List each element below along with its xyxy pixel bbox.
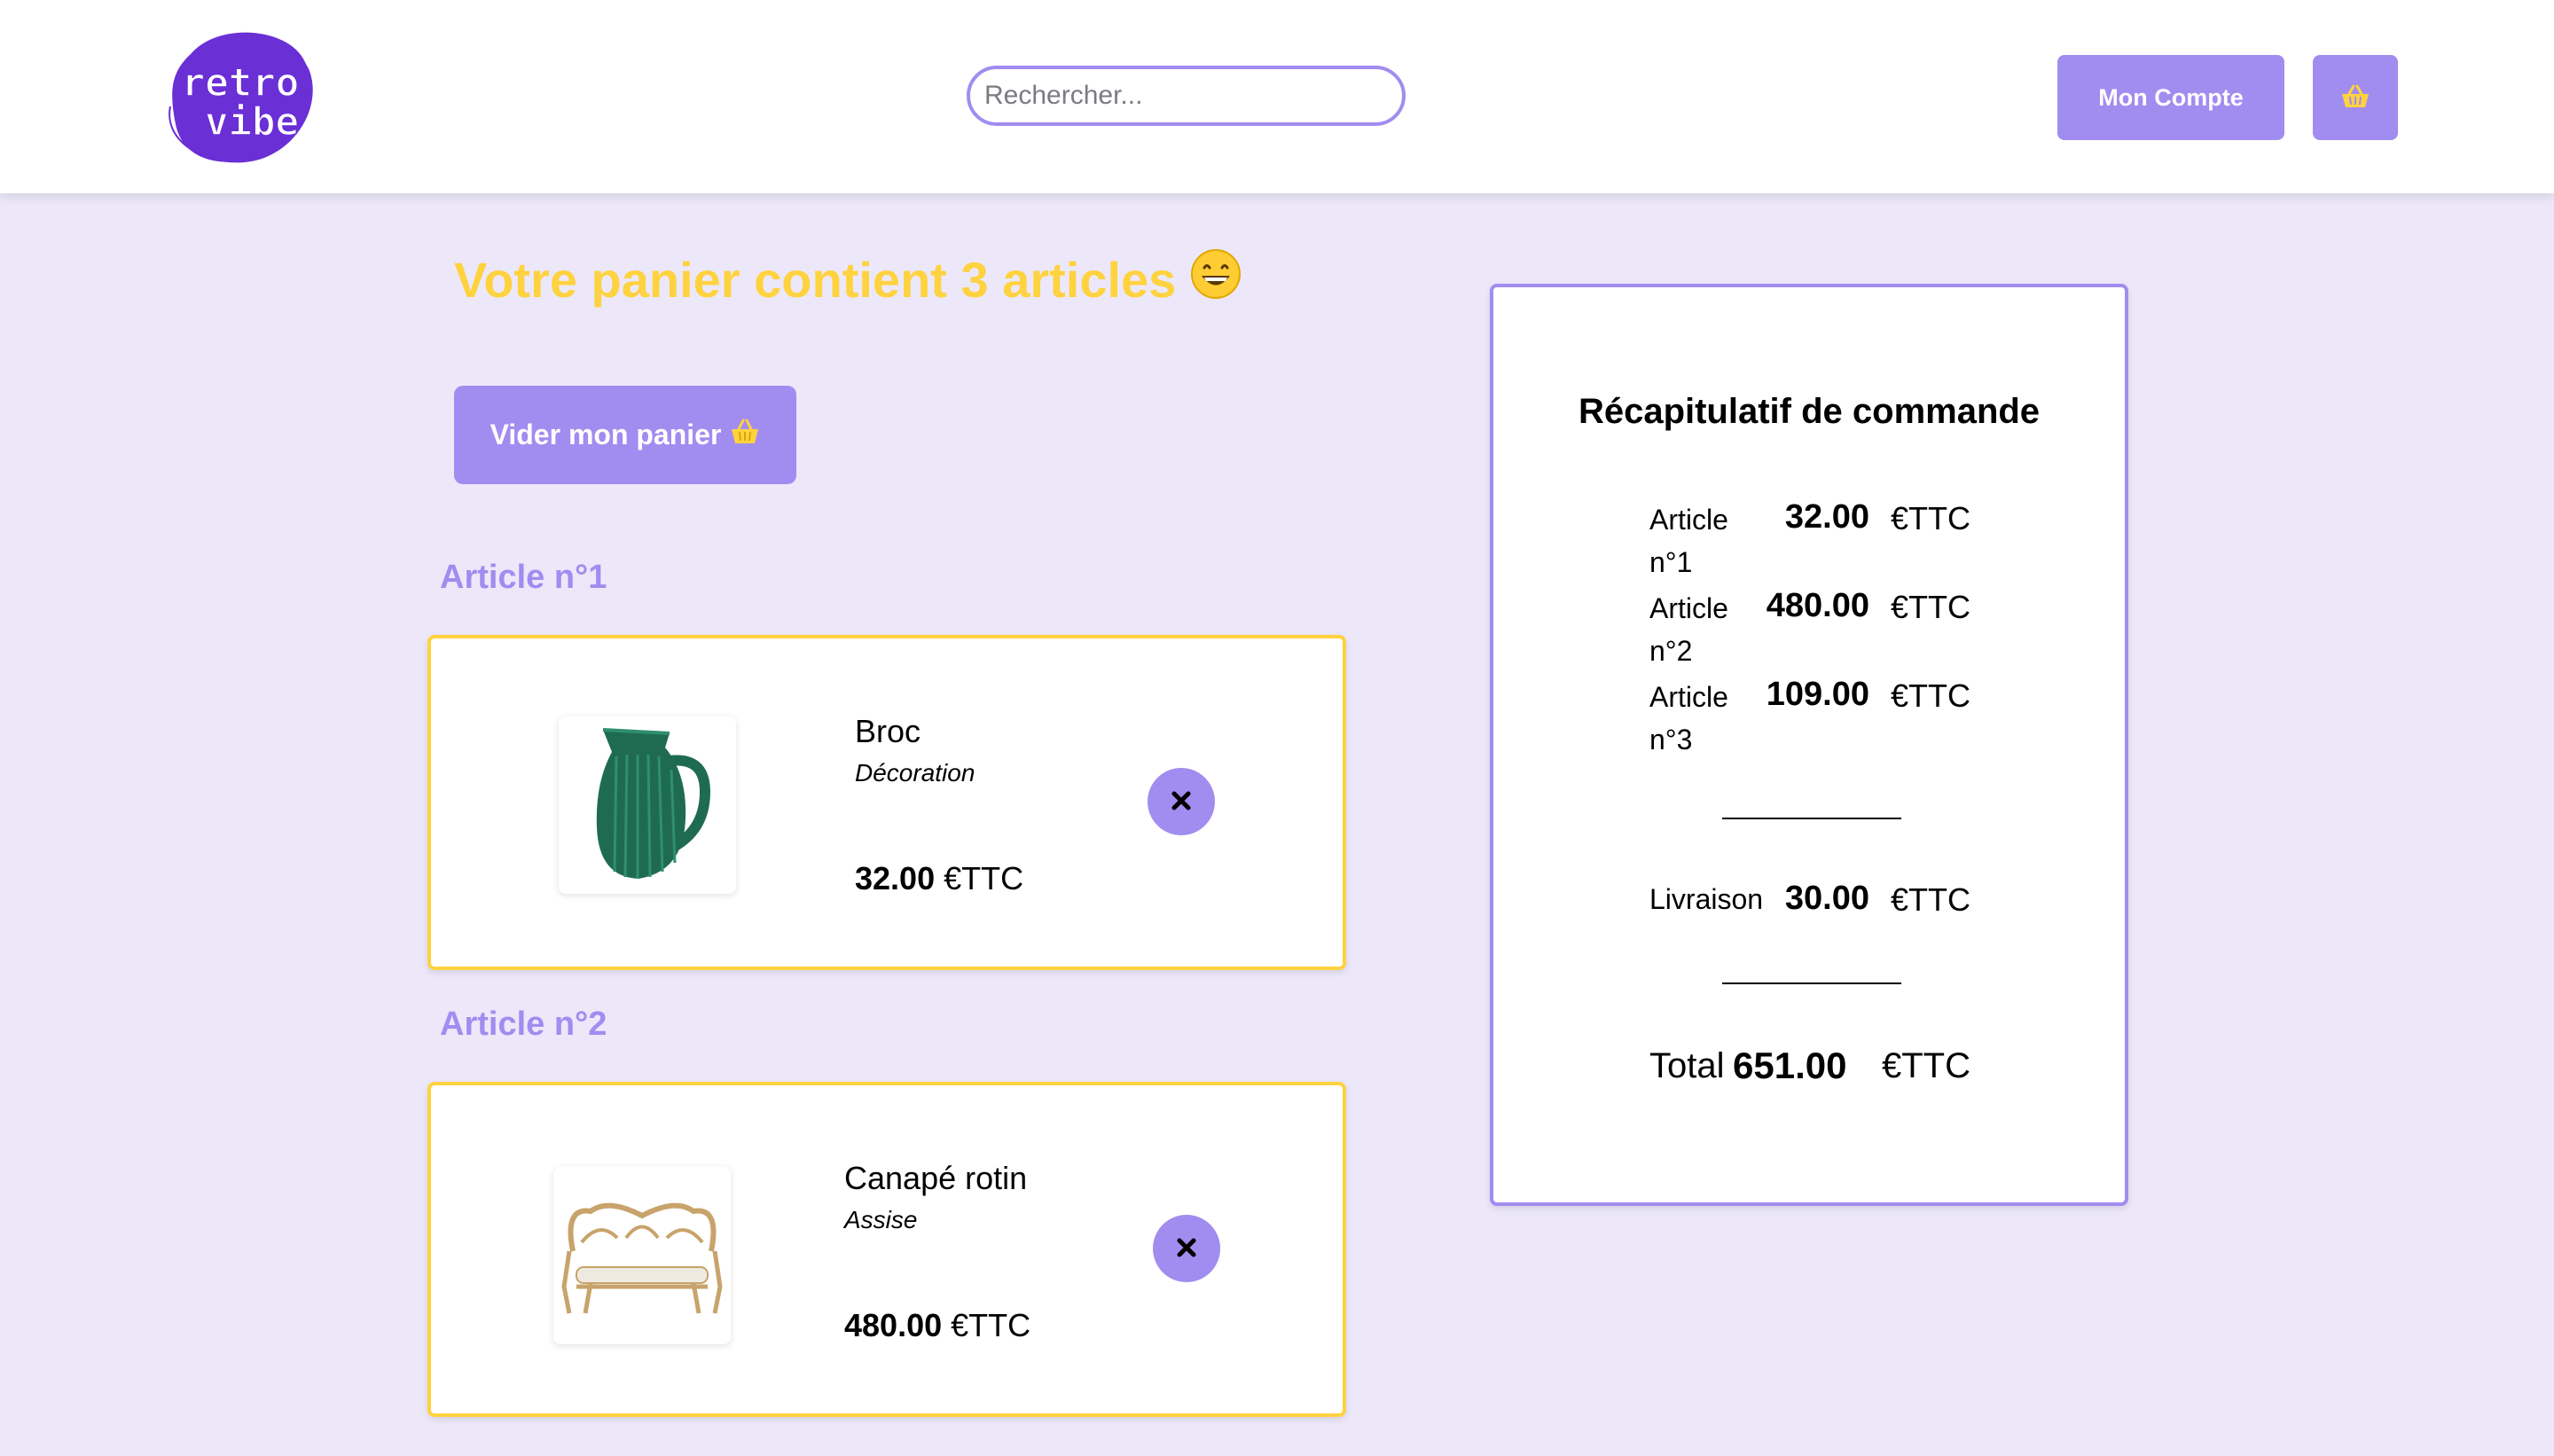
cart-title-text: Votre panier contient 3 articles [454,252,1177,308]
empty-cart-label: Vider mon panier [490,419,722,450]
total-value: 651.00 [1733,1045,1847,1086]
product-price: 480.00 €TTC [844,1307,1031,1343]
remove-item-button[interactable] [1153,1215,1220,1282]
total-label: Total [1649,1046,1725,1085]
cart-title: Votre panier contient 3 articles [454,248,1242,311]
cart-item-card-1: Broc Décoration 32.00 €TTC [427,635,1346,970]
site-header: retro vibe Mon Compte [0,0,2554,193]
svg-text:vibe: vibe [205,99,299,145]
cart-item-card-2: Canapé rotin Assise 480.00 €TTC [427,1082,1346,1417]
shipping-label: Livraison [1649,883,1764,915]
remove-item-button[interactable] [1148,768,1215,835]
summary-line-currency: €TTC [1891,589,1970,625]
order-summary-card: Récapitulatif de commande Article n°1 32… [1490,284,2128,1206]
close-icon [1171,790,1192,814]
product-price: 32.00 €TTC [855,860,1024,896]
order-summary-title: Récapitulatif de commande [1578,392,2041,431]
total-currency: €TTC [1882,1046,1970,1085]
cart-button[interactable] [2313,55,2398,140]
summary-divider [1722,982,1901,984]
summary-line-label: Article n°2 [1649,592,1728,667]
article-heading-1: Article n°1 [440,559,607,596]
summary-divider [1722,818,1901,819]
product-name: Broc [855,713,921,749]
retro-vibe-logo[interactable]: retro vibe [156,27,325,168]
product-category: Décoration [855,759,975,787]
account-button[interactable]: Mon Compte [2057,55,2284,140]
product-image-sofa [553,1167,731,1344]
search-input[interactable] [967,66,1406,126]
summary-line-label: Article n°3 [1649,681,1728,755]
article-heading-2: Article n°2 [440,1006,607,1043]
summary-line-currency: €TTC [1891,500,1970,536]
basket-icon [2340,84,2370,112]
summary-line-label: Article n°1 [1649,504,1728,578]
product-image-pitcher [559,716,736,894]
product-name: Canapé rotin [844,1160,1028,1196]
grin-emoji-icon [1190,248,1242,311]
basket-icon [730,419,760,452]
shipping-currency: €TTC [1891,881,1970,918]
product-category: Assise [844,1206,918,1233]
summary-line-currency: €TTC [1891,677,1970,714]
empty-cart-button[interactable]: Vider mon panier [454,386,796,484]
close-icon [1176,1237,1197,1261]
